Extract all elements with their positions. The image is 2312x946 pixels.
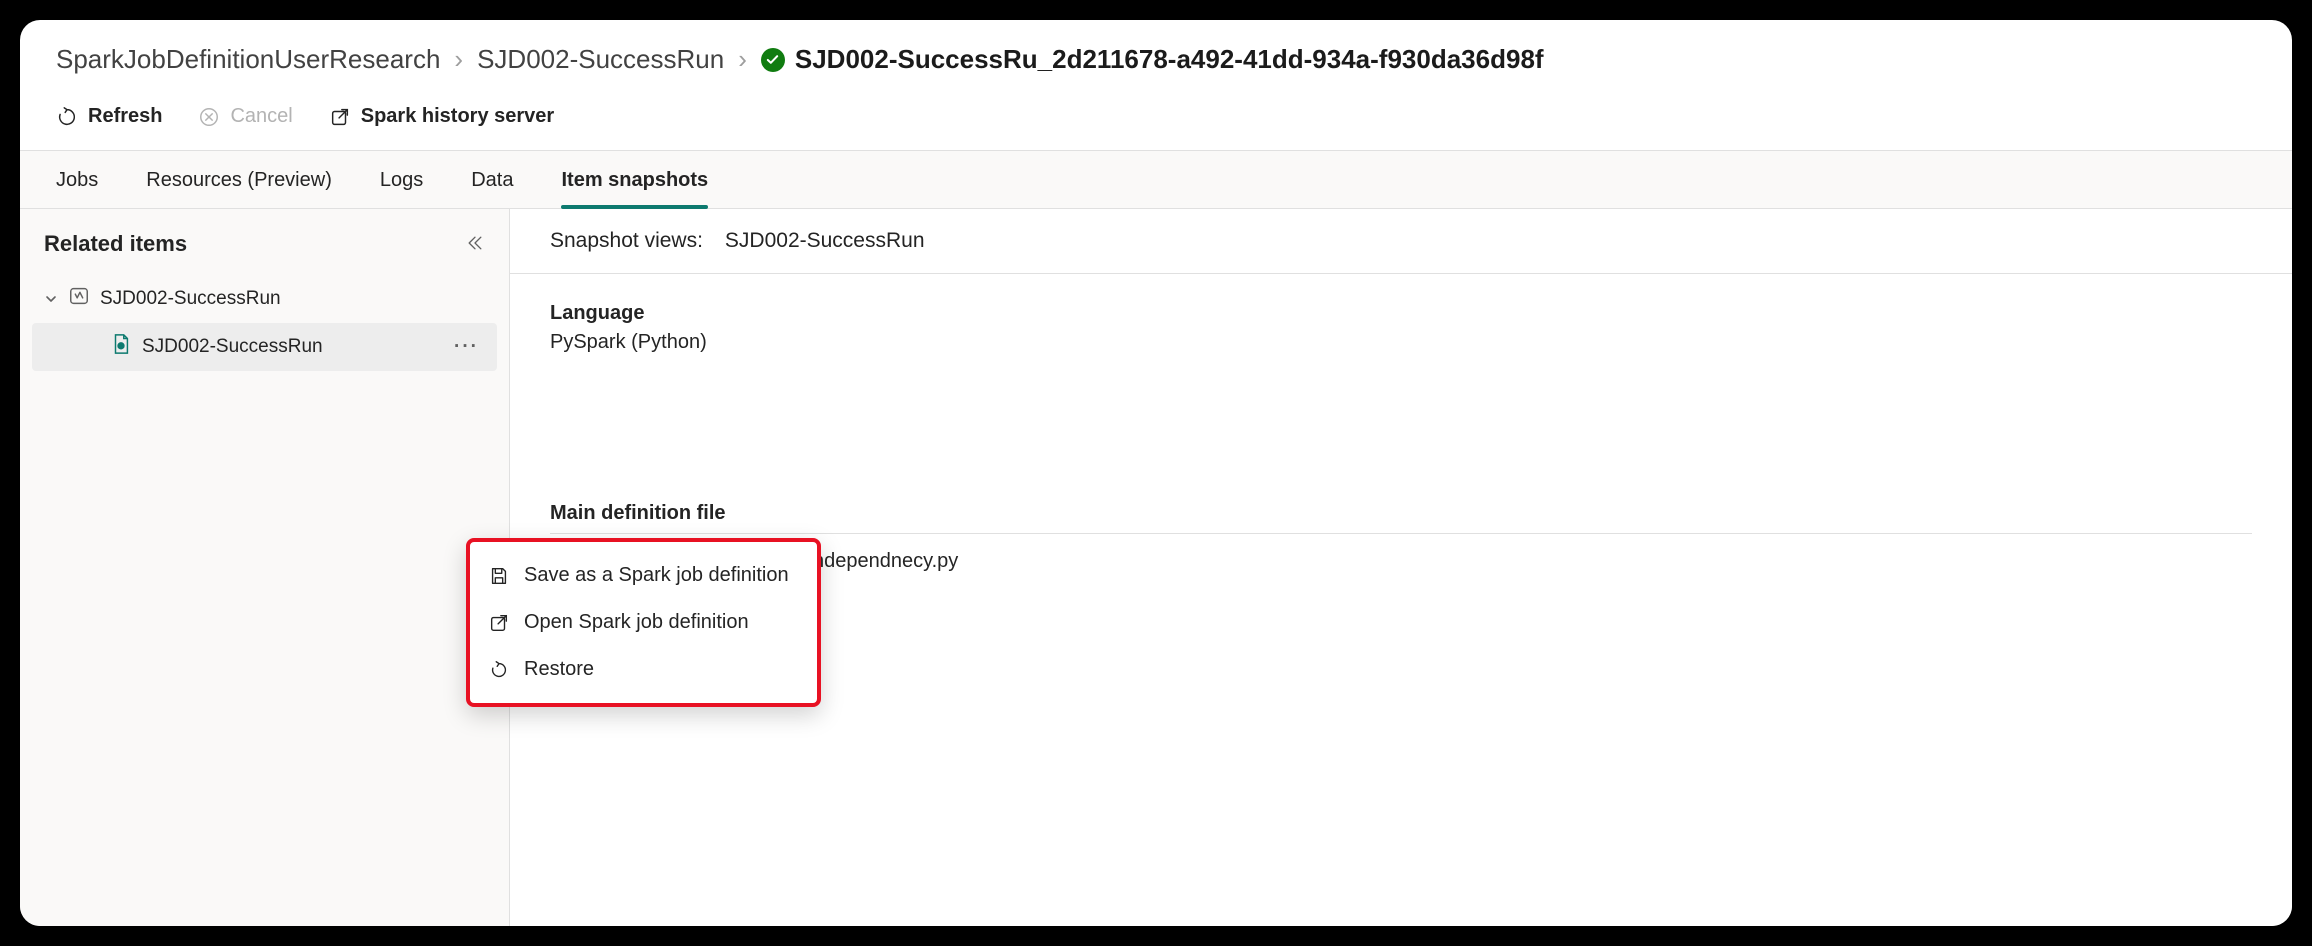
menu-item-open[interactable]: Open Spark job definition <box>470 599 817 646</box>
menu-item-restore-label: Restore <box>524 658 594 681</box>
cancel-icon <box>198 106 220 128</box>
refresh-label: Refresh <box>88 105 162 128</box>
breadcrumb-separator: › <box>738 44 747 75</box>
language-value: PySpark (Python) <box>550 331 2252 354</box>
chevron-down-icon <box>44 293 58 305</box>
save-icon <box>488 565 510 587</box>
tab-logs[interactable]: Logs <box>380 151 423 208</box>
refresh-icon <box>56 106 78 128</box>
tree-item-root[interactable]: SJD002-SuccessRun <box>32 275 497 323</box>
spark-history-button[interactable]: Spark history server <box>329 105 554 128</box>
tree-item-child-label: SJD002-SuccessRun <box>142 336 323 358</box>
menu-item-restore[interactable]: Restore <box>470 646 817 693</box>
context-menu: Save as a Spark job definition Open Spar… <box>466 538 821 707</box>
restore-icon <box>488 659 510 681</box>
tab-data[interactable]: Data <box>471 151 513 208</box>
language-label: Language <box>550 302 2252 325</box>
collapse-sidebar-button[interactable] <box>465 233 485 256</box>
snapshot-views-value: SJD002-SuccessRun <box>725 229 925 253</box>
tab-resources[interactable]: Resources (Preview) <box>146 151 332 208</box>
tree-item-more-button[interactable]: ··· <box>448 336 485 358</box>
menu-item-save-as[interactable]: Save as a Spark job definition <box>470 552 817 599</box>
sidebar-header: Related items <box>20 227 509 275</box>
tree-item-root-label: SJD002-SuccessRun <box>100 288 281 310</box>
cancel-label: Cancel <box>230 105 292 128</box>
breadcrumb-current-label: SJD002-SuccessRu_2d211678-a492-41dd-934a… <box>795 44 1544 75</box>
menu-item-open-label: Open Spark job definition <box>524 611 749 634</box>
tree-item-child[interactable]: SJD002-SuccessRun ··· <box>32 323 497 371</box>
snapshot-header: Snapshot views: SJD002-SuccessRun <box>510 209 2292 274</box>
body: Related items SJD002-SuccessRun <box>20 209 2292 926</box>
main-definition-file-label: Main definition file <box>550 502 2252 525</box>
success-icon <box>761 48 785 72</box>
tab-jobs[interactable]: Jobs <box>56 151 98 208</box>
breadcrumb: SparkJobDefinitionUserResearch › SJD002-… <box>20 20 2292 87</box>
open-external-icon <box>488 612 510 634</box>
app-window: SparkJobDefinitionUserResearch › SJD002-… <box>20 20 2292 926</box>
related-items-tree: SJD002-SuccessRun SJD002-SuccessRun ··· <box>20 275 509 371</box>
snapshot-views-label: Snapshot views: <box>550 229 703 253</box>
menu-item-save-as-label: Save as a Spark job definition <box>524 564 789 587</box>
tabs: Jobs Resources (Preview) Logs Data Item … <box>20 151 2292 209</box>
breadcrumb-separator: › <box>454 44 463 75</box>
refresh-button[interactable]: Refresh <box>56 105 162 128</box>
external-link-icon <box>329 106 351 128</box>
breadcrumb-current: SJD002-SuccessRu_2d211678-a492-41dd-934a… <box>761 44 1544 75</box>
breadcrumb-item-1[interactable]: SJD002-SuccessRun <box>477 44 724 75</box>
spark-file-icon <box>110 333 132 361</box>
sidebar-title: Related items <box>44 231 187 257</box>
tab-item-snapshots[interactable]: Item snapshots <box>561 151 708 208</box>
toolbar: Refresh Cancel Spark history server <box>20 87 2292 151</box>
cancel-button: Cancel <box>198 105 292 128</box>
spark-history-label: Spark history server <box>361 105 554 128</box>
spark-job-definition-icon <box>68 285 90 313</box>
sidebar: Related items SJD002-SuccessRun <box>20 209 510 926</box>
chevron-double-left-icon <box>465 233 485 253</box>
breadcrumb-item-0[interactable]: SparkJobDefinitionUserResearch <box>56 44 440 75</box>
